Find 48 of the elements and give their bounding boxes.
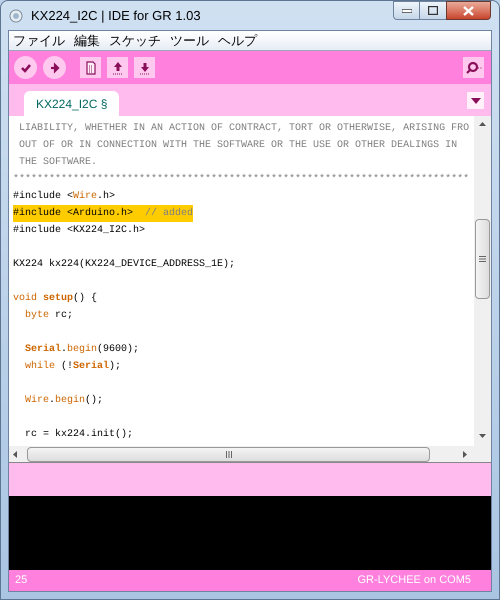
code-line: #include <KX224_I2C.h>	[13, 224, 146, 238]
upload-button[interactable]	[43, 56, 66, 79]
open-button[interactable]	[107, 57, 128, 78]
scroll-up-icon	[479, 122, 486, 126]
scrollbar-thumb[interactable]	[475, 219, 490, 299]
code-line: ****************************************************************************	[13, 172, 470, 187]
close-icon	[463, 6, 474, 16]
menu-item[interactable]: 編集	[74, 31, 100, 50]
tab-menu-button[interactable]	[467, 92, 484, 109]
menu-item[interactable]: スケッチ	[109, 31, 161, 50]
new-button[interactable]	[80, 57, 101, 78]
code-line: OUT OF OR IN CONNECTION WITH THE SOFTWARE OR THE USE OR OTHER DEALINGS IN	[18, 139, 458, 153]
code-line: byte rc;	[24, 308, 74, 323]
code-line: rc = kx224.init();	[24, 428, 134, 442]
code-line: LIABILITY, WHETHER IN AN ACTION OF CONTRACT, TORT OR OTHERWISE, ARISING FRO	[18, 122, 470, 136]
scroll-right-icon	[463, 450, 467, 458]
menu-item[interactable]: ツール	[170, 31, 209, 50]
vertical-scrollbar[interactable]	[474, 116, 491, 446]
scroll-left-icon	[13, 450, 17, 458]
maximize-icon	[428, 6, 438, 15]
caret-icon	[470, 98, 480, 104]
sketch-tab[interactable]: KX224_I2C §	[24, 91, 120, 116]
close-button[interactable]	[446, 1, 491, 20]
code-line: Wire.begin();	[24, 394, 104, 408]
menu-item[interactable]: ファイル	[13, 31, 65, 50]
code-line: while (!Serial);	[24, 360, 122, 374]
scroll-down-icon	[479, 434, 486, 438]
horizontal-scrollbar[interactable]	[9, 446, 491, 463]
menu-item[interactable]: ヘルプ	[218, 31, 257, 50]
line-number: 25	[15, 573, 28, 588]
save-button[interactable]	[134, 57, 155, 78]
minimize-button[interactable]	[393, 1, 420, 20]
app-icon	[9, 8, 23, 22]
minimize-icon	[402, 8, 412, 12]
scrollbar-thumb[interactable]	[27, 446, 430, 462]
maximize-button[interactable]	[420, 1, 446, 20]
code-line: Serial.begin(9600);	[24, 342, 140, 357]
code-line: KX224 kx224(KX224_DEVICE_ADDRESS_1E);	[13, 258, 236, 272]
window-title: KX224_I2C | IDE for GR 1.03	[31, 6, 202, 25]
grip-icon	[479, 256, 486, 262]
code-line: void setup() {	[13, 292, 98, 306]
code-line: THE SOFTWARE.	[18, 156, 98, 170]
magnifier-icon	[466, 60, 482, 74]
grip-icon	[226, 450, 232, 458]
code-line: #include <Wire.h>	[13, 190, 116, 204]
verify-button[interactable]	[14, 56, 37, 79]
board-port-label: GR-LYCHEE on COM5	[358, 573, 471, 588]
serial-monitor-button[interactable]	[463, 57, 484, 78]
